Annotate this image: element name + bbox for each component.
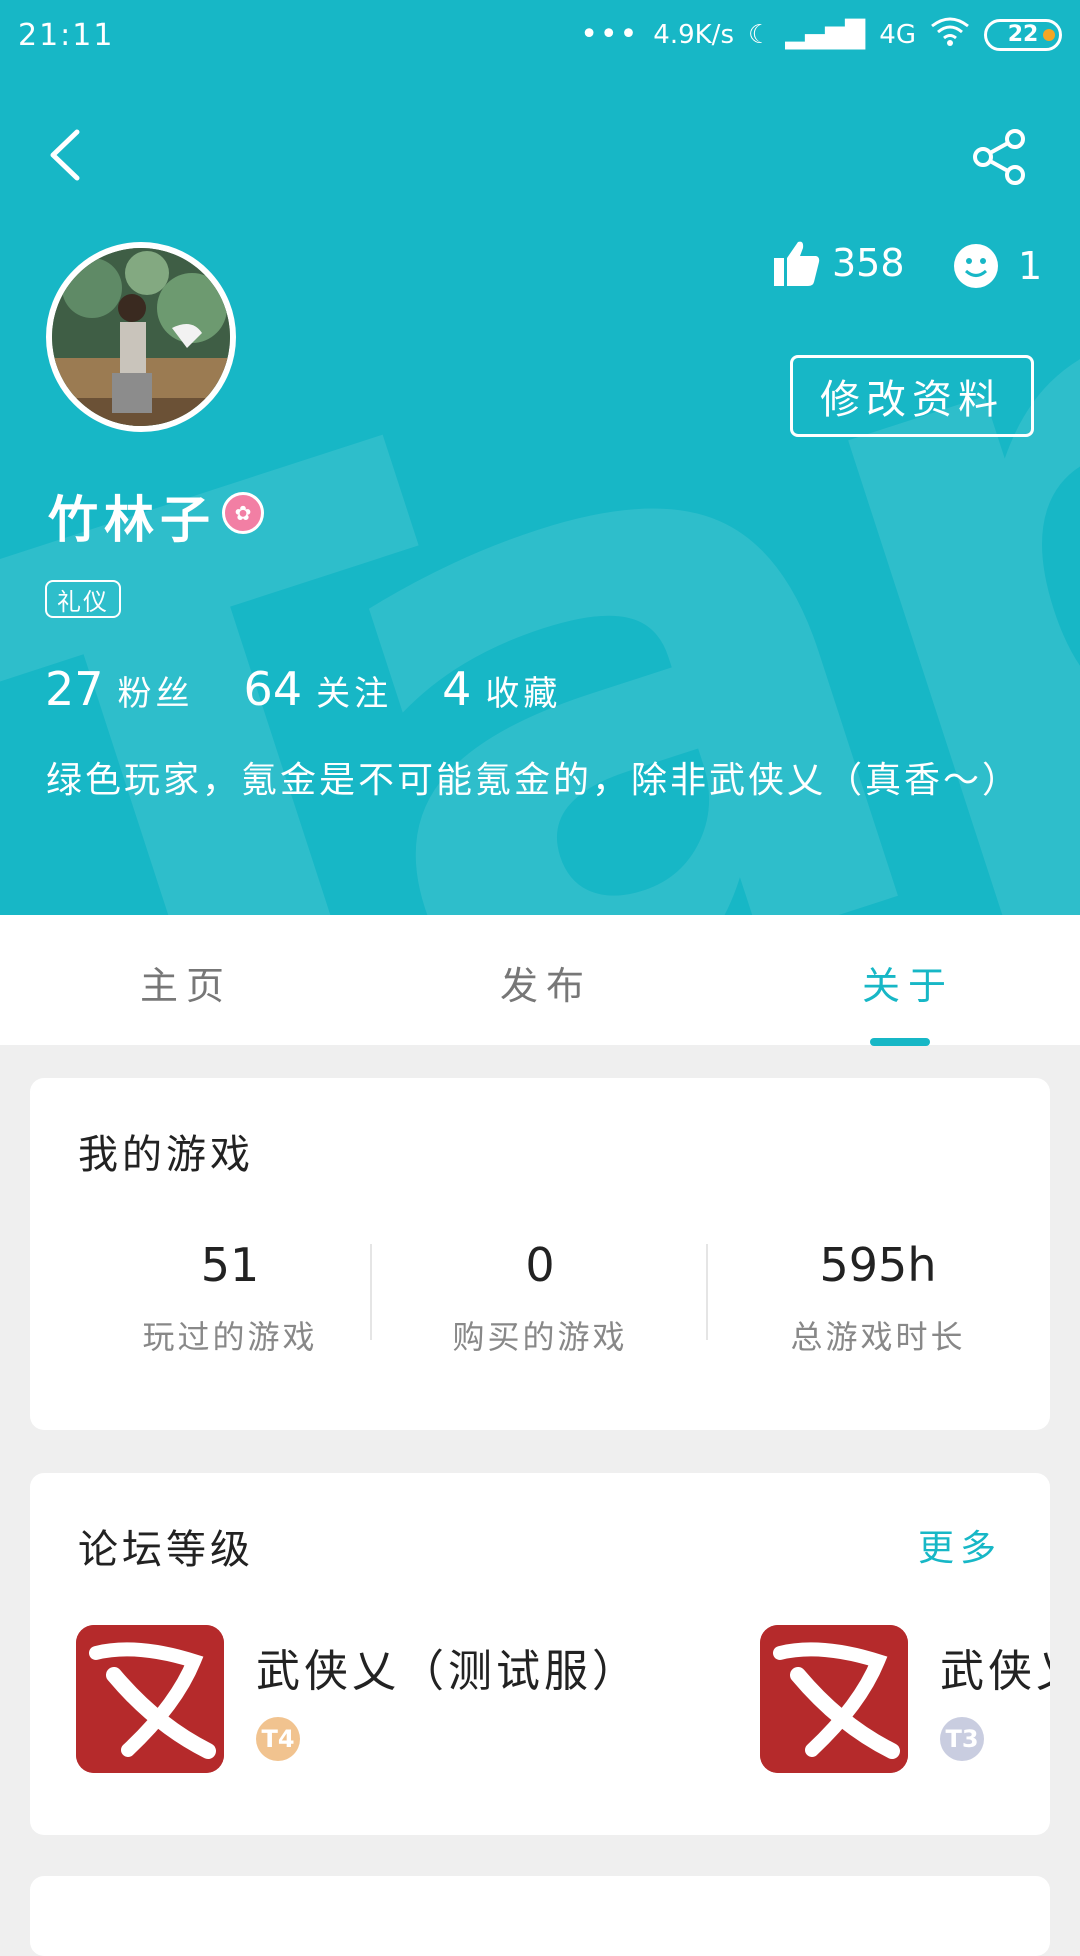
play-time-label: 总游戏时长 bbox=[790, 1318, 966, 1356]
play-time-value: 595h bbox=[819, 1238, 937, 1292]
user-tag[interactable]: 礼仪 bbox=[45, 580, 121, 618]
tab-home[interactable]: 主页 bbox=[140, 955, 232, 1010]
profile-header: TapTap 21:11 ••• 4.9K/s ☾ ▂▄▆█ 4G 22 358… bbox=[0, 0, 1080, 915]
profile-stats: 27 粉丝 64 关注 4 收藏 bbox=[45, 662, 611, 716]
game-icon[interactable] bbox=[760, 1625, 908, 1773]
faces-counter[interactable]: 1 bbox=[952, 242, 1042, 290]
wifi-icon bbox=[930, 16, 970, 53]
forum-level-title: 论坛等级 bbox=[78, 1527, 254, 1573]
more-link[interactable]: 更多 bbox=[918, 1519, 1002, 1571]
forum-level-card: 论坛等级 更多 武侠乂（测试服） T4 武侠乂 T3 bbox=[30, 1473, 1050, 1835]
purchased-games-value: 0 bbox=[525, 1238, 555, 1292]
played-games-value: 51 bbox=[200, 1238, 260, 1292]
my-games-title: 我的游戏 bbox=[78, 1132, 254, 1178]
moon-icon: ☾ bbox=[748, 19, 772, 50]
battery-icon: 22 bbox=[984, 18, 1062, 51]
next-card bbox=[30, 1876, 1050, 1956]
status-right: ••• 4.9K/s ☾ ▂▄▆█ 4G 22 bbox=[580, 16, 1062, 53]
likes-counter[interactable]: 358 bbox=[772, 238, 905, 288]
net-speed: 4.9K/s bbox=[653, 19, 734, 50]
battery-level: 22 bbox=[1007, 22, 1039, 47]
network-type: 4G bbox=[879, 19, 916, 50]
faces-count: 1 bbox=[1018, 244, 1043, 288]
avatar[interactable] bbox=[46, 242, 236, 432]
favorites-label[interactable]: 收藏 bbox=[485, 666, 561, 715]
favorites-count[interactable]: 4 bbox=[442, 662, 471, 716]
followers-count[interactable]: 27 bbox=[45, 662, 104, 716]
likes-count: 358 bbox=[832, 241, 905, 285]
back-arrow-icon bbox=[50, 129, 80, 181]
following-count[interactable]: 64 bbox=[244, 662, 303, 716]
purchased-games-label: 购买的游戏 bbox=[452, 1318, 628, 1356]
smile-icon bbox=[954, 244, 998, 288]
profile-tabs: 主页 发布 关于 bbox=[0, 915, 1080, 1045]
level-badge-icon: T4 bbox=[256, 1717, 300, 1761]
edit-profile-button[interactable]: 修改资料 bbox=[790, 355, 1034, 437]
user-bio: 绿色玩家，氪金是不可能氪金的，除非武侠乂（真香～） bbox=[46, 760, 1022, 801]
wuxia-logo-icon bbox=[76, 1625, 224, 1773]
purchased-games-metric[interactable]: 0 购买的游戏 bbox=[390, 1238, 690, 1358]
thumbs-up-icon bbox=[774, 241, 820, 286]
share-button[interactable] bbox=[968, 126, 1030, 188]
signal-icon: ▂▄▆█ bbox=[785, 19, 866, 50]
active-tab-indicator bbox=[870, 1038, 930, 1046]
play-time-metric[interactable]: 595h 总游戏时长 bbox=[728, 1238, 1028, 1358]
my-games-card: 我的游戏 51 玩过的游戏 0 购买的游戏 595h 总游戏时长 bbox=[30, 1078, 1050, 1430]
played-games-metric[interactable]: 51 玩过的游戏 bbox=[80, 1238, 380, 1358]
status-bar: 21:11 ••• 4.9K/s ☾ ▂▄▆█ 4G 22 bbox=[0, 0, 1080, 72]
wuxia-logo-icon bbox=[760, 1625, 908, 1773]
battery-dot bbox=[1043, 28, 1055, 41]
share-icon bbox=[973, 129, 1025, 185]
game-name[interactable]: 武侠乂（测试服） bbox=[256, 1635, 640, 1699]
played-games-label: 玩过的游戏 bbox=[142, 1318, 318, 1356]
level-badge-icon: T3 bbox=[940, 1717, 984, 1761]
tab-posts[interactable]: 发布 bbox=[500, 955, 592, 1010]
tab-about[interactable]: 关于 bbox=[862, 955, 954, 1010]
back-button[interactable] bbox=[40, 125, 90, 185]
verified-badge-icon: ✿ bbox=[222, 492, 264, 534]
more-dots-icon: ••• bbox=[580, 17, 640, 52]
followers-label[interactable]: 粉丝 bbox=[118, 666, 194, 715]
metric-divider bbox=[370, 1244, 372, 1340]
status-time: 21:11 bbox=[18, 18, 115, 53]
metric-divider bbox=[706, 1244, 708, 1340]
following-label[interactable]: 关注 bbox=[316, 666, 392, 715]
game-icon[interactable] bbox=[76, 1625, 224, 1773]
game-name[interactable]: 武侠乂 bbox=[940, 1635, 1050, 1699]
user-name: 竹林子 bbox=[48, 491, 216, 549]
